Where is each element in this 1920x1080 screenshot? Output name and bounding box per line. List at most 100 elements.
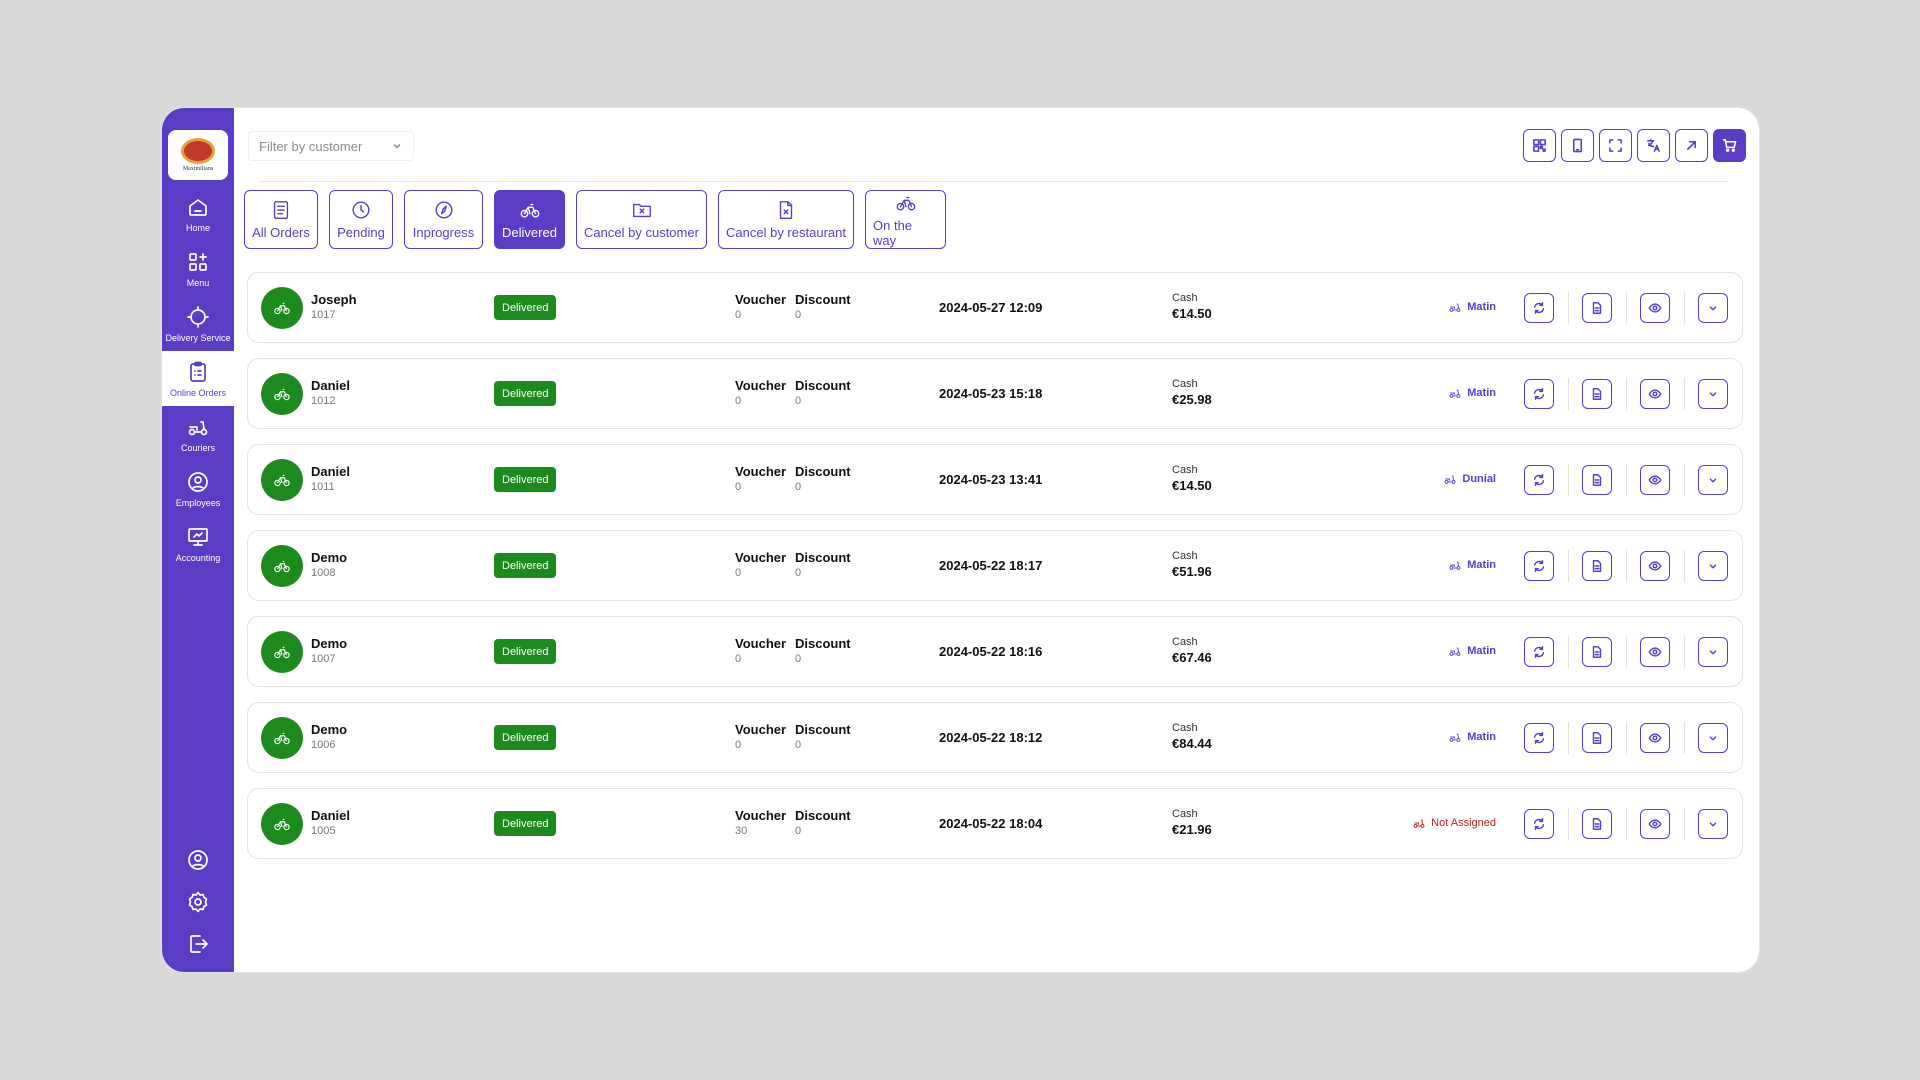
courier-assignment[interactable]: Matin (1448, 644, 1496, 658)
order-datetime: 2024-05-23 15:18 (939, 386, 1043, 401)
sidebar-item-menu[interactable]: Menu (162, 241, 234, 296)
scooter-icon (1449, 561, 1461, 570)
invoice-button[interactable] (1582, 379, 1612, 409)
expand-button[interactable] (1698, 637, 1728, 667)
expand-button[interactable] (1698, 465, 1728, 495)
view-button[interactable] (1640, 379, 1670, 409)
external-link-button[interactable] (1675, 129, 1708, 162)
profile-button[interactable] (186, 848, 210, 872)
tab-delivered[interactable]: Delivered (494, 190, 565, 249)
external-link-icon (1686, 140, 1697, 151)
expand-button[interactable] (1698, 293, 1728, 323)
invoice-button[interactable] (1582, 809, 1612, 839)
invoice-button[interactable] (1582, 465, 1612, 495)
courier-assignment[interactable]: Matin (1448, 558, 1496, 572)
courier-assignment[interactable]: Matin (1448, 386, 1496, 400)
refresh-icon (1533, 474, 1545, 486)
voucher-value: 0 (735, 653, 742, 665)
expand-button[interactable] (1698, 809, 1728, 839)
qr-icon (1533, 139, 1546, 152)
sidebar-item-label: Accounting (175, 552, 221, 563)
reassign-button[interactable] (1524, 551, 1554, 581)
tab-pending[interactable]: Pending (329, 190, 393, 249)
logout-button[interactable] (186, 932, 210, 956)
order-row[interactable]: Demo 1008 Delivered Voucher 0 Discount 0… (247, 530, 1743, 601)
tab-label: Cancel by restaurant (726, 225, 846, 240)
tab-all-orders[interactable]: All Orders (244, 190, 318, 249)
courier-assignment[interactable]: Dunial (1443, 472, 1496, 486)
expand-button[interactable] (1698, 551, 1728, 581)
status-badge: Delivered (494, 381, 557, 406)
order-amount: €84.44 (1172, 736, 1212, 751)
filter-by-customer-select[interactable]: Filter by customer (248, 131, 414, 161)
order-id: 1017 (311, 309, 336, 321)
courier-assignment[interactable]: Matin (1448, 730, 1496, 744)
tab-label: All Orders (252, 225, 310, 240)
invoice-button[interactable] (1582, 293, 1612, 323)
orders-list: Joseph 1017 Delivered Voucher 0 Discount… (247, 272, 1743, 874)
expand-button[interactable] (1698, 723, 1728, 753)
view-button[interactable] (1640, 809, 1670, 839)
order-id: 1008 (311, 567, 336, 579)
reassign-button[interactable] (1524, 465, 1554, 495)
payment-method: Cash (1172, 378, 1198, 390)
refresh-icon (1533, 646, 1545, 658)
discount-label: Discount (795, 550, 851, 565)
reassign-button[interactable] (1524, 723, 1554, 753)
reassign-button[interactable] (1524, 293, 1554, 323)
target-icon (187, 305, 209, 328)
tab-inprogress[interactable]: Inprogress (404, 190, 483, 249)
translate-button[interactable] (1637, 129, 1670, 162)
fullscreen-button[interactable] (1599, 129, 1632, 162)
order-row[interactable]: Daniel 1011 Delivered Voucher 0 Discount… (247, 444, 1743, 515)
translate-icon (1647, 139, 1660, 152)
sidebar-item-online-orders[interactable]: Online Orders (162, 351, 234, 406)
chevron-down-icon (393, 143, 401, 149)
reassign-button[interactable] (1524, 379, 1554, 409)
cart-button[interactable] (1713, 129, 1746, 162)
sidebar-item-employees[interactable]: Employees (162, 461, 234, 516)
brand-logo[interactable]: Maximilians (168, 130, 228, 180)
view-button[interactable] (1640, 293, 1670, 323)
expand-button[interactable] (1698, 379, 1728, 409)
view-button[interactable] (1640, 465, 1670, 495)
profile-icon (188, 850, 208, 870)
tab-label: Cancel by customer (584, 225, 699, 240)
courier-assignment[interactable]: Not Assigned (1412, 816, 1496, 830)
tab-cancel-by-customer[interactable]: Cancel by customer (576, 190, 707, 249)
scooter-icon (1444, 475, 1456, 484)
settings-button[interactable] (186, 890, 210, 914)
discount-value: 0 (795, 825, 802, 837)
chevron-down-icon (1709, 478, 1717, 483)
order-row[interactable]: Demo 1007 Delivered Voucher 0 Discount 0… (247, 616, 1743, 687)
sidebar-item-accounting[interactable]: Accounting (162, 516, 234, 571)
tab-on-the-way[interactable]: On the way (865, 190, 946, 249)
reassign-button[interactable] (1524, 809, 1554, 839)
sidebar-item-label: Home (185, 222, 210, 233)
order-row[interactable]: Joseph 1017 Delivered Voucher 0 Discount… (247, 272, 1743, 343)
tablet-button[interactable] (1561, 129, 1594, 162)
view-button[interactable] (1640, 637, 1670, 667)
qr-button[interactable] (1523, 129, 1556, 162)
voucher-label: Voucher (735, 292, 787, 307)
order-row[interactable]: Daniel 1005 Delivered Voucher 30 Discoun… (247, 788, 1743, 859)
sidebar-item-couriers[interactable]: Couriers (162, 406, 234, 461)
view-button[interactable] (1640, 723, 1670, 753)
view-button[interactable] (1640, 551, 1670, 581)
status-badge: Delivered (494, 811, 557, 836)
sidebar-item-home[interactable]: Home (162, 186, 234, 241)
action-divider (1568, 550, 1569, 582)
reassign-button[interactable] (1524, 637, 1554, 667)
invoice-button[interactable] (1582, 637, 1612, 667)
courier-name: Not Assigned (1431, 817, 1496, 829)
order-row[interactable]: Demo 1006 Delivered Voucher 0 Discount 0… (247, 702, 1743, 773)
status-badge: Delivered (494, 639, 557, 664)
invoice-button[interactable] (1582, 551, 1612, 581)
sidebar-item-label: Menu (186, 277, 210, 288)
sidebar-item-delivery-service[interactable]: Delivery Service (162, 296, 234, 351)
order-row[interactable]: Daniel 1012 Delivered Voucher 0 Discount… (247, 358, 1743, 429)
courier-assignment[interactable]: Matin (1448, 300, 1496, 314)
invoice-button[interactable] (1582, 723, 1612, 753)
tab-cancel-by-restaurant[interactable]: Cancel by restaurant (718, 190, 854, 249)
action-divider (1626, 808, 1627, 840)
